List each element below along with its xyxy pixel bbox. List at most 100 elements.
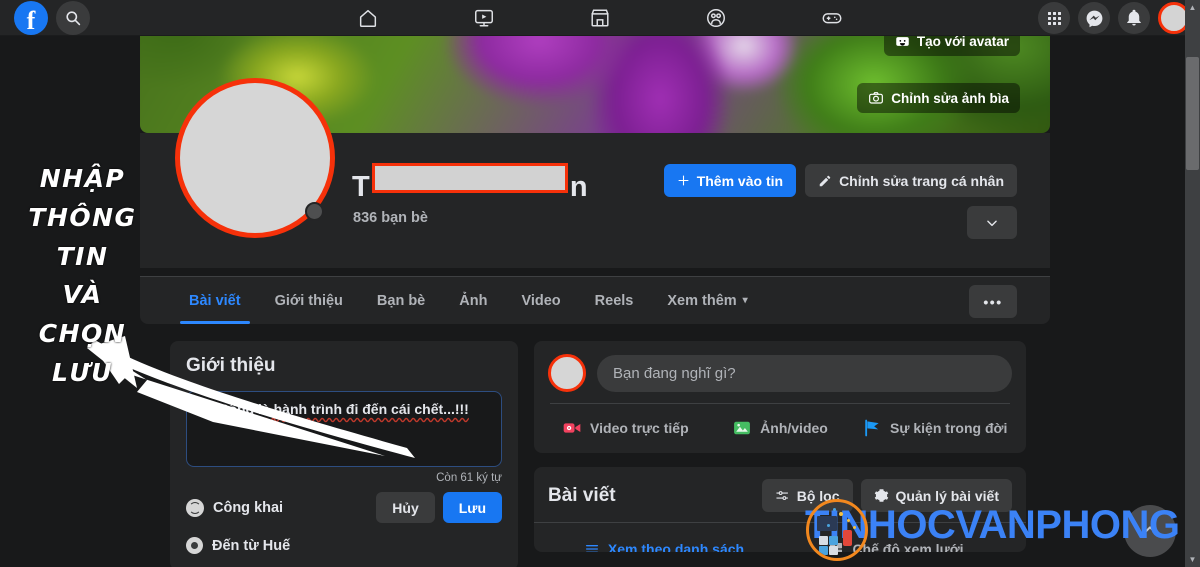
scrollbar-down-arrow-icon[interactable]: ▼ xyxy=(1185,552,1200,567)
profile-header-actions: Thêm vào tin Chỉnh sửa trang cá nhân xyxy=(663,164,1017,197)
facebook-logo-letter: f xyxy=(26,5,36,35)
composer-avatar[interactable] xyxy=(548,354,586,392)
composer-placeholder: Bạn đang nghĩ gì? xyxy=(613,364,736,382)
camera-icon xyxy=(869,92,884,104)
live-video-button[interactable]: Video trực tiếp xyxy=(548,410,703,445)
tab-posts[interactable]: Bài viết xyxy=(172,277,258,324)
tab-see-more[interactable]: Xem thêm ▾ xyxy=(650,277,764,324)
nav-groups[interactable] xyxy=(658,0,774,36)
save-label: Lưu xyxy=(458,499,486,516)
photo-icon xyxy=(734,421,751,434)
life-event-button[interactable]: Sự kiện trong đời xyxy=(857,410,1012,445)
list-view-label: Xem theo danh sách xyxy=(607,541,745,552)
tab-posts-label: Bài viết xyxy=(189,292,241,309)
tab-videos[interactable]: Video xyxy=(504,277,577,324)
tab-friends[interactable]: Bạn bè xyxy=(360,277,442,324)
annotation-line-2: THÔNG xyxy=(28,202,137,232)
live-video-icon xyxy=(563,422,581,433)
profile-avatar[interactable] xyxy=(175,78,335,238)
tab-see-more-label: Xem thêm xyxy=(667,292,737,309)
cancel-button[interactable]: Hủy xyxy=(376,492,435,523)
search-icon[interactable] xyxy=(56,0,90,35)
add-to-story-label: Thêm vào tin xyxy=(696,172,784,189)
annotation-line-4: VÀ xyxy=(62,280,103,310)
list-view-button[interactable]: Xem theo danh sách xyxy=(548,532,780,552)
pencil-icon xyxy=(819,175,831,186)
edit-profile-button[interactable]: Chỉnh sửa trang cá nhân xyxy=(805,164,1017,197)
tab-videos-label: Video xyxy=(521,292,561,309)
tab-friends-label: Bạn bè xyxy=(376,292,426,309)
avatar-box-icon xyxy=(896,36,909,46)
bio-chars-remaining: Còn 61 ký tự xyxy=(436,472,502,484)
add-to-story-button[interactable]: Thêm vào tin xyxy=(663,164,797,197)
profile-name-prefix: T xyxy=(352,171,370,203)
annotation-line-3: TIN xyxy=(56,241,109,271)
profile-overflow-label: ••• xyxy=(983,293,1003,310)
bio-privacy-row: Công khai Hủy Lưu xyxy=(186,492,502,523)
tab-photos-label: Ảnh xyxy=(459,292,488,309)
scrollbar-thumb[interactable] xyxy=(1186,57,1199,170)
create-with-avatar-label: Tạo với avatar xyxy=(916,36,1009,49)
top-navbar: f xyxy=(0,0,1200,36)
tab-reels[interactable]: Reels xyxy=(578,277,651,324)
cancel-label: Hủy xyxy=(392,499,419,516)
composer-top-row: Bạn đang nghĩ gì? xyxy=(548,354,1012,392)
watermark-logo-icon xyxy=(806,499,868,561)
create-with-avatar-button[interactable]: Tạo với avatar xyxy=(883,36,1020,56)
navbar-left: f xyxy=(0,0,300,35)
privacy-label: Công khai xyxy=(213,499,284,516)
globe-icon xyxy=(186,498,204,517)
tab-about-label: Giới thiệu xyxy=(274,292,343,309)
life-event-label: Sự kiện trong đời xyxy=(890,419,1008,436)
avatar-camera-badge[interactable] xyxy=(305,202,324,221)
list-icon xyxy=(585,545,598,552)
annotation-line-6: LƯU xyxy=(51,357,114,387)
bio-actions: Hủy Lưu xyxy=(376,492,502,523)
composer-input[interactable]: Bạn đang nghĩ gì? xyxy=(597,354,1012,392)
scrollbar-track[interactable] xyxy=(1185,15,1200,552)
profile-overflow-button[interactable]: ••• xyxy=(969,285,1017,318)
plus-icon xyxy=(678,175,689,186)
edit-cover-photo-button[interactable]: Chỉnh sửa ảnh bìa xyxy=(857,83,1020,113)
nav-home[interactable] xyxy=(310,0,426,36)
posts-title: Bài viết xyxy=(548,484,616,506)
nav-watch[interactable] xyxy=(426,0,542,36)
save-button[interactable]: Lưu xyxy=(442,492,502,523)
tab-about[interactable]: Giới thiệu xyxy=(258,277,360,324)
tab-photos[interactable]: Ảnh xyxy=(442,277,504,324)
facebook-logo-icon[interactable]: f xyxy=(14,0,48,35)
page-scrollbar[interactable]: ▲ ▼ xyxy=(1185,0,1200,567)
profile-name-row: T n xyxy=(352,163,588,204)
messenger-icon[interactable] xyxy=(1078,2,1110,34)
grid-icon[interactable] xyxy=(1038,2,1070,34)
annotation-line-1: NHẬP xyxy=(39,164,126,193)
navbar-right xyxy=(1038,0,1190,36)
annotation-text: NHẬP THÔNG TIN VÀ CHỌN LƯU xyxy=(0,160,165,393)
profile-tabs: Bài viết Giới thiệu Bạn bè Ảnh Video Ree… xyxy=(172,277,765,324)
filter-icon xyxy=(776,491,788,500)
friend-count[interactable]: 836 bạn bè xyxy=(353,210,428,226)
hometown-row[interactable]: Đến từ Huế xyxy=(186,537,502,554)
scrollbar-up-arrow-icon[interactable]: ▲ xyxy=(1185,0,1200,15)
annotation-line-5: CHỌN xyxy=(38,319,127,348)
photo-video-button[interactable]: Ảnh/video xyxy=(703,410,858,445)
hometown-label: Đến từ Huế xyxy=(212,537,291,554)
profile-tabs-bar: Bài viết Giới thiệu Bạn bè Ảnh Video Ree… xyxy=(140,276,1050,324)
location-pin-icon xyxy=(186,537,203,554)
profile-header: T n 836 bạn bè Thêm vào tin Chỉnh sửa tr… xyxy=(140,78,1050,268)
tab-reels-label: Reels xyxy=(594,292,634,309)
page-title: T n xyxy=(352,163,588,204)
chevron-down-icon: ▾ xyxy=(742,295,748,306)
nav-marketplace[interactable] xyxy=(542,0,658,36)
bell-icon[interactable] xyxy=(1118,2,1150,34)
facebook-profile-page: f Tạo với avatar Chỉnh sửa ảnh bìa T n 8… xyxy=(0,0,1200,567)
privacy-selector[interactable]: Công khai xyxy=(186,498,284,517)
photo-video-label: Ảnh/video xyxy=(760,419,828,436)
nav-gaming[interactable] xyxy=(774,0,890,36)
post-composer: Bạn đang nghĩ gì? Video trực tiếp Ảnh/vi… xyxy=(534,341,1026,453)
chevron-down-icon xyxy=(987,220,997,226)
edit-profile-label: Chỉnh sửa trang cá nhân xyxy=(839,172,1004,189)
live-video-label: Video trực tiếp xyxy=(590,419,689,436)
profile-name-suffix: n xyxy=(569,171,588,203)
profile-more-dropdown-button[interactable] xyxy=(967,206,1017,239)
